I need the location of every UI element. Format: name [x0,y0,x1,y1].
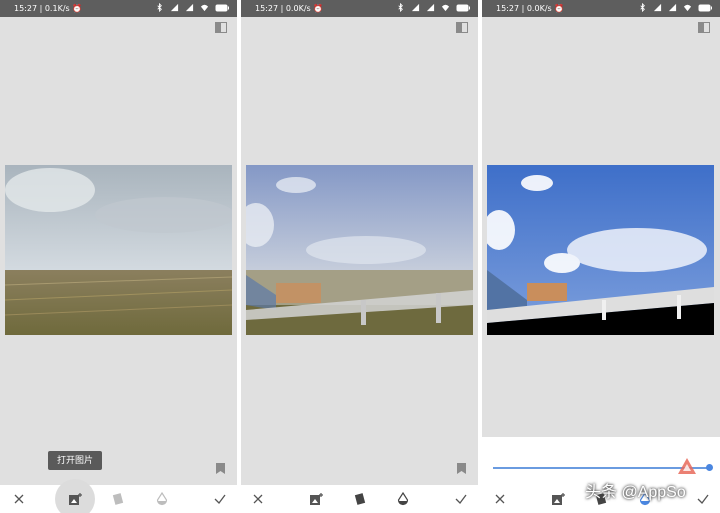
signal-icon [668,3,677,12]
droplet-icon[interactable] [155,492,169,506]
status-icons [396,3,470,12]
status-icons [638,3,712,12]
watermark-text: 头条 @AppSo [585,484,686,501]
status-time: 15:27 | 0.0K/s ⏰ [255,4,324,13]
layers-icon[interactable] [111,492,125,506]
battery-icon [215,4,229,11]
phone-screen-3: 15:27 | 0.0K/s ⏰ [482,0,720,513]
bookmark-icon[interactable] [457,463,466,474]
compare-icon[interactable] [215,22,227,33]
bottom-toolbar [241,485,478,513]
signal-icon [185,3,194,12]
add-image-icon[interactable] [551,492,565,506]
wifi-icon [441,4,450,12]
close-icon[interactable] [493,492,507,506]
add-image-icon[interactable] [68,492,82,506]
add-image-icon[interactable] [309,492,323,506]
photo-grassland [5,165,232,335]
signal-icon [653,3,662,12]
status-time: 15:27 | 0.0K/s ⏰ [496,4,565,13]
check-icon[interactable] [696,492,710,506]
close-icon[interactable] [251,492,265,506]
battery-icon [456,4,470,11]
status-bar: 15:27 | 0.0K/s ⏰ [241,0,478,17]
status-icons [155,3,229,12]
phone-screen-1: 15:27 | 0.1K/s ⏰ 打开图片 [0,0,237,513]
bookmark-icon[interactable] [216,463,225,474]
photo-double-exposure [246,165,473,335]
status-bar: 15:27 | 0.1K/s ⏰ [0,0,237,17]
status-bar: 15:27 | 0.0K/s ⏰ [482,0,720,17]
layers-icon[interactable] [353,492,367,506]
photo-building-sky [487,165,714,335]
status-time: 15:27 | 0.1K/s ⏰ [14,4,83,13]
watermark-logo-icon [678,458,696,474]
battery-icon [698,4,712,11]
signal-icon [426,3,435,12]
check-icon[interactable] [454,492,468,506]
droplet-icon[interactable] [396,492,410,506]
wifi-icon [200,4,209,12]
bluetooth-icon [398,3,403,12]
signal-icon [411,3,420,12]
compare-icon[interactable] [698,22,710,33]
open-image-button[interactable]: 打开图片 [48,451,102,470]
slider-handle[interactable] [706,464,713,471]
bluetooth-icon [157,3,162,12]
check-icon[interactable] [213,492,227,506]
bluetooth-icon [640,3,645,12]
wifi-icon [683,4,692,12]
phone-screen-2: 15:27 | 0.0K/s ⏰ [241,0,478,513]
signal-icon [170,3,179,12]
compare-icon[interactable] [456,22,468,33]
close-icon[interactable] [12,492,26,506]
bottom-toolbar [0,479,237,513]
